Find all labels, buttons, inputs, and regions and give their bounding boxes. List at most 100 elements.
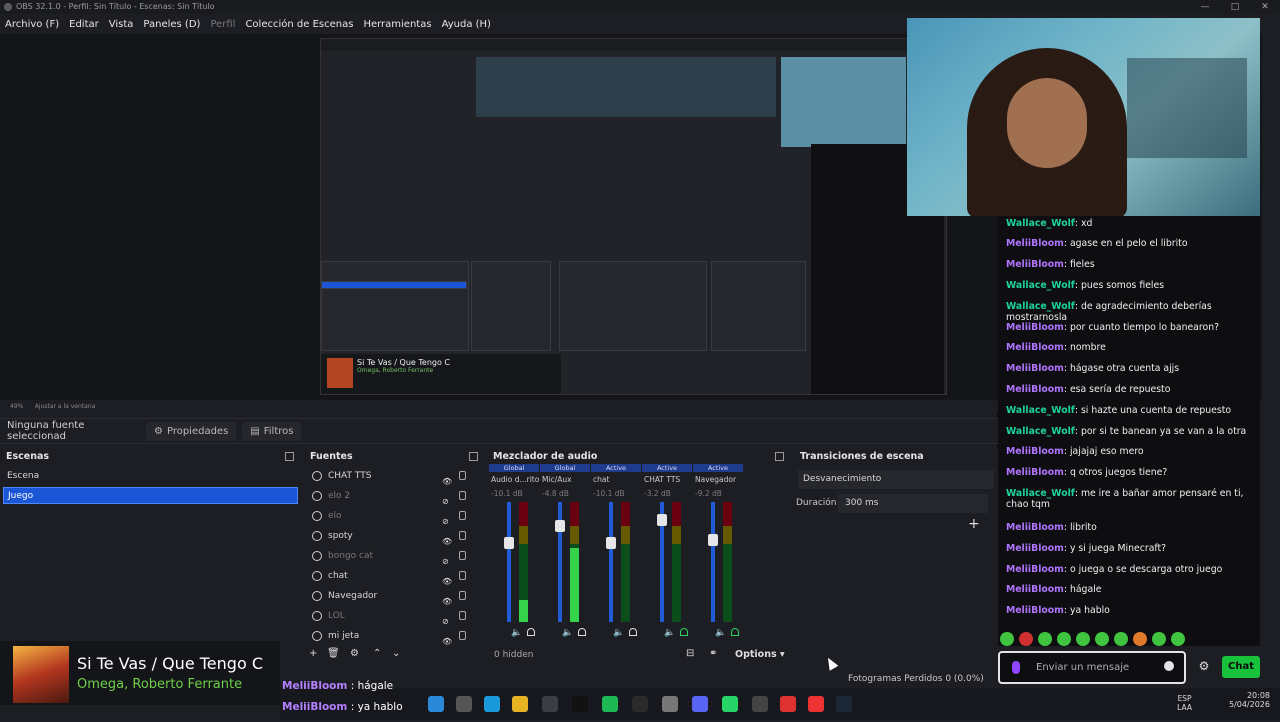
source-item[interactable]: bongo cat ⊘ [308,546,480,566]
chat-username[interactable]: MeliiBloom [1006,363,1064,374]
channel-name[interactable]: Audio d...ritorio [491,475,539,484]
source-item[interactable]: CHAT TTS 👁 [308,466,480,486]
lock-icon[interactable] [459,471,466,480]
chat-username[interactable]: MeliiBloom [1006,446,1064,457]
speaker-icon[interactable]: 🔈 [664,628,675,638]
scene-item-juego[interactable]: Juego [3,487,298,504]
app-icon[interactable] [662,696,678,712]
chat-username[interactable]: MeliiBloom [1006,467,1064,478]
chat-username[interactable]: MeliiBloom [1006,605,1064,616]
emote-icon[interactable] [1000,632,1014,646]
volume-slider[interactable] [657,502,667,622]
start-icon[interactable] [428,696,444,712]
file-explorer-icon[interactable] [512,696,528,712]
close-button[interactable]: ✕ [1250,0,1280,14]
move-up-icon[interactable]: ⌃ [373,648,381,659]
chat-username[interactable]: MeliiBloom [1006,238,1064,249]
emote-picker-icon[interactable] [1164,661,1174,671]
discord-icon[interactable] [692,696,708,712]
bits-icon[interactable] [1012,661,1020,674]
menu-archivo[interactable]: Archivo (F) [5,19,59,30]
properties-button[interactable]: ⚙ Propiedades [146,421,237,441]
search-icon[interactable] [456,696,472,712]
source-item[interactable]: mi jeta 👁 [308,626,480,646]
chat-username[interactable]: MeliiBloom [1006,522,1064,533]
chat-username[interactable]: MeliiBloom [1006,564,1064,575]
emote-icon[interactable] [1133,632,1147,646]
remove-source-icon[interactable]: 🗑 [327,648,340,659]
menu-ayuda[interactable]: Ayuda (H) [442,19,491,30]
chat-username[interactable]: MeliiBloom [1006,584,1064,595]
mixer-layout-icon[interactable]: ⊟ [686,648,694,659]
tiktok-icon[interactable] [572,696,588,712]
emote-icon[interactable] [1114,632,1128,646]
store-icon[interactable] [542,696,558,712]
channel-name[interactable]: CHAT TTS [644,475,692,484]
whatsapp-icon[interactable] [722,696,738,712]
source-item[interactable]: elo 2 ⊘ [308,486,480,506]
add-source-icon[interactable]: + [309,648,317,659]
headphones-icon[interactable] [731,628,739,636]
volume-slider[interactable] [708,502,718,622]
emote-row[interactable] [1000,630,1200,648]
lock-icon[interactable] [459,571,466,580]
headphones-icon[interactable] [527,628,535,636]
chat-send-button[interactable]: Chat [1222,656,1260,678]
speaker-icon[interactable]: 🔈 [715,628,726,638]
source-item[interactable]: chat 👁 [308,566,480,586]
chat-username[interactable]: MeliiBloom [1006,384,1064,395]
menu-vista[interactable]: Vista [109,19,134,30]
source-properties-icon[interactable]: ⚙ [350,648,359,659]
lock-icon[interactable] [459,511,466,520]
volume-knob[interactable] [504,536,514,549]
speaker-icon[interactable]: 🔈 [511,628,522,638]
scene-item-escena[interactable]: Escena [3,468,298,485]
source-item[interactable]: spoty 👁 [308,526,480,546]
lock-icon[interactable] [459,631,466,640]
menu-herramientas[interactable]: Herramientas [363,19,431,30]
emote-icon[interactable] [1057,632,1071,646]
minimize-button[interactable]: — [1190,0,1220,14]
obs-icon[interactable] [752,696,768,712]
emote-icon[interactable] [1095,632,1109,646]
lock-icon[interactable] [459,491,466,500]
speaker-icon[interactable]: 🔈 [613,628,624,638]
volume-knob[interactable] [606,536,616,549]
menu-coleccion-escenas[interactable]: Colección de Escenas [245,19,353,30]
chat-username[interactable]: Wallace_Wolf [1006,488,1075,499]
mixer-options-button[interactable]: Options ▾ [735,649,785,660]
transition-select[interactable]: Desvanecimiento [798,470,994,489]
lock-icon[interactable] [459,591,466,600]
eye-icon[interactable]: 👁 [442,632,452,652]
chat-username[interactable]: MeliiBloom [1006,543,1064,554]
channel-name[interactable]: Navegador [695,475,743,484]
emote-icon[interactable] [1019,632,1033,646]
zoom-percent[interactable]: 49% [10,403,23,410]
channel-name[interactable]: chat [593,475,641,484]
volume-slider[interactable] [504,502,514,622]
chrome-icon[interactable] [780,696,796,712]
chat-username[interactable]: MeliiBloom [1006,322,1064,333]
menu-perfil[interactable]: Perfil [210,19,235,30]
headphones-icon[interactable] [680,628,688,636]
chat-username[interactable]: Wallace_Wolf [1006,405,1075,416]
undock-icon[interactable] [775,452,784,461]
volume-knob[interactable] [708,534,718,547]
maximize-button[interactable]: □ [1220,0,1250,14]
chat-username[interactable]: MeliiBloom [1006,342,1064,353]
steam-icon[interactable] [836,696,852,712]
emote-icon[interactable] [1171,632,1185,646]
undock-icon[interactable] [469,452,478,461]
chat-input[interactable]: Enviar un mensaje [998,651,1186,684]
chat-username[interactable]: Wallace_Wolf [1006,218,1075,229]
filters-button[interactable]: ▤ Filtros [242,421,302,441]
volume-knob[interactable] [657,514,667,526]
volume-slider[interactable] [555,502,565,622]
move-down-icon[interactable]: ⌄ [392,648,400,659]
source-item[interactable]: elo ⊘ [308,506,480,526]
system-clock[interactable]: 20:08 5/04/2026 [1229,691,1270,709]
edge-icon[interactable] [484,696,500,712]
lock-icon[interactable] [459,531,466,540]
tiktok-live-icon[interactable] [808,696,824,712]
lock-icon[interactable] [459,551,466,560]
